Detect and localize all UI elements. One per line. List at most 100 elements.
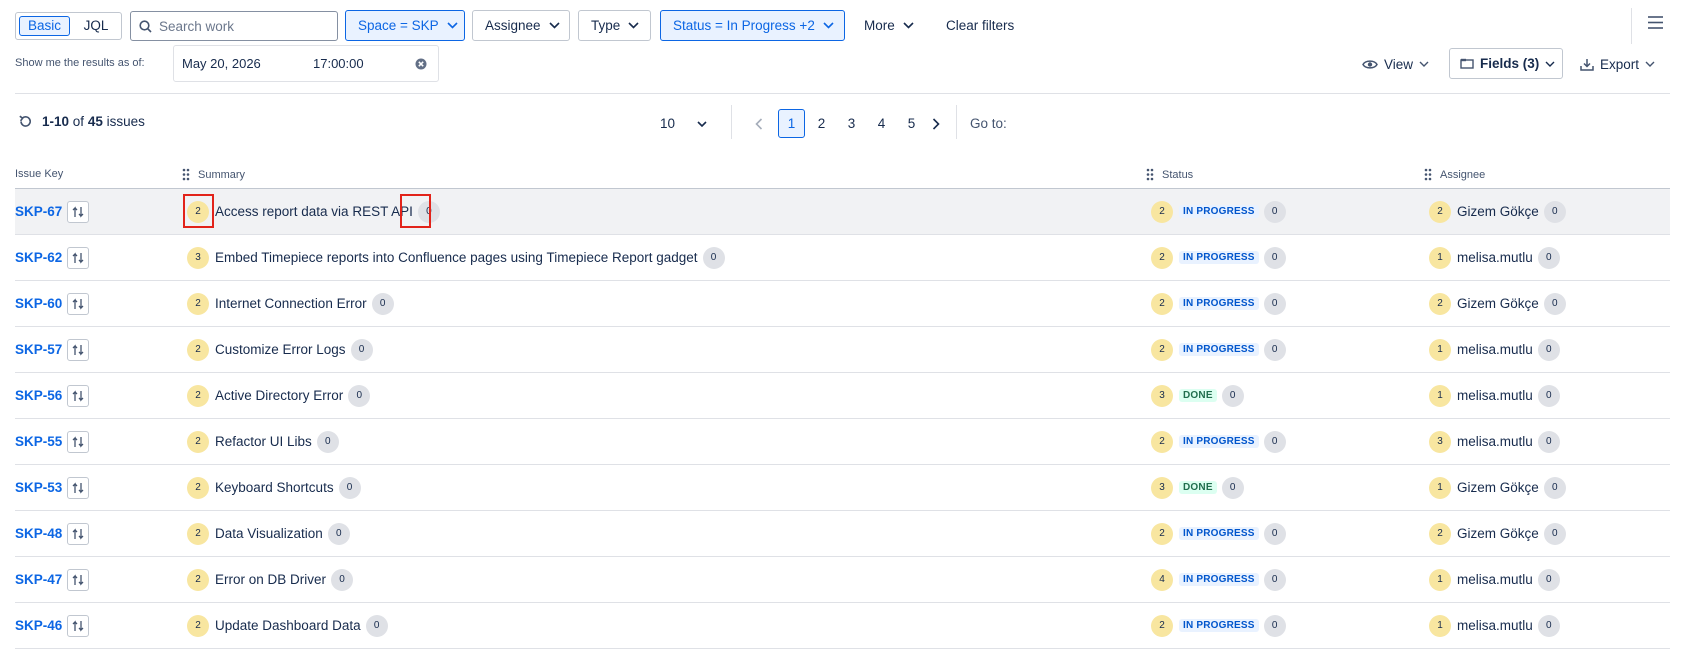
summary-end-badge[interactable]: 0 bbox=[338, 476, 361, 499]
summary-text[interactable]: Embed Timepiece reports into Confluence … bbox=[215, 250, 698, 265]
more-filters-button[interactable]: More bbox=[864, 10, 914, 41]
view-button[interactable]: View bbox=[1362, 51, 1429, 77]
search-input[interactable] bbox=[159, 17, 329, 35]
summary-count-badge[interactable]: 2 bbox=[187, 568, 209, 591]
issue-key-link[interactable]: SKP-60 bbox=[15, 296, 62, 311]
summary-text[interactable]: Keyboard Shortcuts bbox=[215, 480, 334, 495]
clear-filters-button[interactable]: Clear filters bbox=[946, 10, 1014, 41]
status-lozenge[interactable]: IN PROGRESS bbox=[1179, 297, 1259, 310]
subtask-link-icon[interactable] bbox=[67, 338, 90, 361]
status-count-badge[interactable]: 2 bbox=[1151, 614, 1173, 637]
summary-end-badge[interactable]: 0 bbox=[348, 384, 371, 407]
subtask-link-icon[interactable] bbox=[67, 246, 90, 269]
assignee-name[interactable]: melisa.mutlu bbox=[1457, 388, 1533, 403]
issue-key-link[interactable]: SKP-55 bbox=[15, 434, 62, 449]
column-header-status[interactable]: Status bbox=[1146, 168, 1193, 181]
status-end-badge[interactable]: 0 bbox=[1263, 292, 1286, 315]
subtask-link-icon[interactable] bbox=[67, 522, 90, 545]
assignee-count-badge[interactable]: 1 bbox=[1429, 246, 1451, 269]
table-row[interactable]: SKP-57 2 Customize Error Logs 0 2 IN PROGRESS… bbox=[15, 327, 1670, 373]
summary-text[interactable]: Error on DB Driver bbox=[215, 572, 326, 587]
status-count-badge[interactable]: 2 bbox=[1151, 430, 1173, 453]
summary-end-badge[interactable]: 0 bbox=[327, 522, 350, 545]
status-end-badge[interactable]: 0 bbox=[1263, 522, 1286, 545]
search-work-field[interactable] bbox=[130, 11, 338, 41]
status-end-badge[interactable]: 0 bbox=[1263, 246, 1286, 269]
assignee-name[interactable]: Gizem Gökçe bbox=[1457, 204, 1539, 219]
as-of-datetime-field[interactable]: May 20, 2026 17:00:00 bbox=[173, 45, 439, 82]
assignee-end-badge[interactable]: 0 bbox=[1537, 614, 1560, 637]
issue-key-link[interactable]: SKP-47 bbox=[15, 572, 62, 587]
assignee-count-badge[interactable]: 1 bbox=[1429, 476, 1451, 499]
page-5-button[interactable]: 5 bbox=[898, 109, 925, 138]
summary-end-badge[interactable]: 0 bbox=[350, 338, 373, 361]
column-header-assignee[interactable]: Assignee bbox=[1424, 168, 1485, 181]
basic-mode-button[interactable]: Basic bbox=[19, 16, 70, 36]
summary-text[interactable]: Data Visualization bbox=[215, 526, 323, 541]
status-end-badge[interactable]: 0 bbox=[1263, 200, 1286, 223]
summary-text[interactable]: Active Directory Error bbox=[215, 388, 343, 403]
assignee-end-badge[interactable]: 0 bbox=[1543, 476, 1566, 499]
assignee-count-badge[interactable]: 1 bbox=[1429, 568, 1451, 591]
status-end-badge[interactable]: 0 bbox=[1263, 568, 1286, 591]
assignee-end-badge[interactable]: 0 bbox=[1537, 384, 1560, 407]
type-filter-button[interactable]: Type bbox=[578, 10, 651, 41]
export-button[interactable]: Export bbox=[1580, 51, 1655, 77]
assignee-name[interactable]: melisa.mutlu bbox=[1457, 572, 1533, 587]
subtask-link-icon[interactable] bbox=[67, 476, 90, 499]
summary-end-badge[interactable]: 0 bbox=[371, 292, 394, 315]
issue-key-link[interactable]: SKP-67 bbox=[15, 204, 62, 219]
table-row[interactable]: SKP-48 2 Data Visualization 0 2 IN PROGRESS 0 2… bbox=[15, 511, 1670, 557]
assignee-end-badge[interactable]: 0 bbox=[1537, 568, 1560, 591]
status-count-badge[interactable]: 2 bbox=[1151, 522, 1173, 545]
summary-end-badge[interactable]: 0 bbox=[365, 614, 388, 637]
issue-key-link[interactable]: SKP-48 bbox=[15, 526, 62, 541]
assignee-count-badge[interactable]: 2 bbox=[1429, 292, 1451, 315]
status-lozenge[interactable]: DONE bbox=[1179, 389, 1217, 402]
table-row[interactable]: SKP-46 2 Update Dashboard Data 0 2 IN PROGRES… bbox=[15, 603, 1670, 649]
menu-icon[interactable] bbox=[1648, 16, 1663, 29]
page-3-button[interactable]: 3 bbox=[838, 109, 865, 138]
summary-text[interactable]: Refactor UI Libs bbox=[215, 434, 312, 449]
issue-key-link[interactable]: SKP-56 bbox=[15, 388, 62, 403]
table-row[interactable]: SKP-55 2 Refactor UI Libs 0 2 IN PROGRESS 0 3 me… bbox=[15, 419, 1670, 465]
summary-count-badge[interactable]: 2 bbox=[187, 338, 209, 361]
status-end-badge[interactable]: 0 bbox=[1263, 614, 1286, 637]
status-count-badge[interactable]: 3 bbox=[1151, 476, 1173, 499]
status-end-badge[interactable]: 0 bbox=[1221, 384, 1244, 407]
summary-end-badge[interactable]: 0 bbox=[702, 246, 725, 269]
assignee-filter-button[interactable]: Assignee bbox=[472, 10, 570, 41]
assignee-end-badge[interactable]: 0 bbox=[1537, 430, 1560, 453]
space-filter-button[interactable]: Space = SKP bbox=[345, 10, 465, 41]
status-lozenge[interactable]: DONE bbox=[1179, 481, 1217, 494]
assignee-name[interactable]: Gizem Gökçe bbox=[1457, 526, 1539, 541]
status-filter-button[interactable]: Status = In Progress +2 bbox=[660, 10, 845, 41]
issue-key-link[interactable]: SKP-62 bbox=[15, 250, 62, 265]
table-row[interactable]: SKP-47 2 Error on DB Driver 0 4 IN PROGRESS 0 1… bbox=[15, 557, 1670, 603]
subtask-link-icon[interactable] bbox=[67, 292, 90, 315]
summary-count-badge[interactable]: 2 bbox=[187, 384, 209, 407]
subtask-link-icon[interactable] bbox=[67, 614, 90, 637]
summary-count-badge[interactable]: 3 bbox=[187, 246, 209, 269]
summary-count-badge[interactable]: 2 bbox=[187, 476, 209, 499]
jql-mode-button[interactable]: JQL bbox=[76, 16, 116, 36]
column-header-summary[interactable]: Summary bbox=[182, 168, 245, 181]
status-lozenge[interactable]: IN PROGRESS bbox=[1179, 205, 1259, 218]
assignee-name[interactable]: melisa.mutlu bbox=[1457, 342, 1533, 357]
summary-end-badge[interactable]: 0 bbox=[316, 430, 339, 453]
subtask-link-icon[interactable] bbox=[67, 430, 90, 453]
column-header-issue-key[interactable]: Issue Key bbox=[15, 168, 63, 180]
summary-count-badge[interactable]: 2 bbox=[187, 522, 209, 545]
status-lozenge[interactable]: IN PROGRESS bbox=[1179, 527, 1259, 540]
assignee-count-badge[interactable]: 2 bbox=[1429, 200, 1451, 223]
status-count-badge[interactable]: 3 bbox=[1151, 384, 1173, 407]
issue-key-link[interactable]: SKP-53 bbox=[15, 480, 62, 495]
status-end-badge[interactable]: 0 bbox=[1221, 476, 1244, 499]
assignee-end-badge[interactable]: 0 bbox=[1543, 200, 1566, 223]
status-lozenge[interactable]: IN PROGRESS bbox=[1179, 251, 1259, 264]
status-lozenge[interactable]: IN PROGRESS bbox=[1179, 343, 1259, 356]
summary-count-badge[interactable]: 2 bbox=[187, 292, 209, 315]
assignee-name[interactable]: Gizem Gökçe bbox=[1457, 480, 1539, 495]
summary-text[interactable]: Customize Error Logs bbox=[215, 342, 346, 357]
subtask-link-icon[interactable] bbox=[67, 568, 90, 591]
